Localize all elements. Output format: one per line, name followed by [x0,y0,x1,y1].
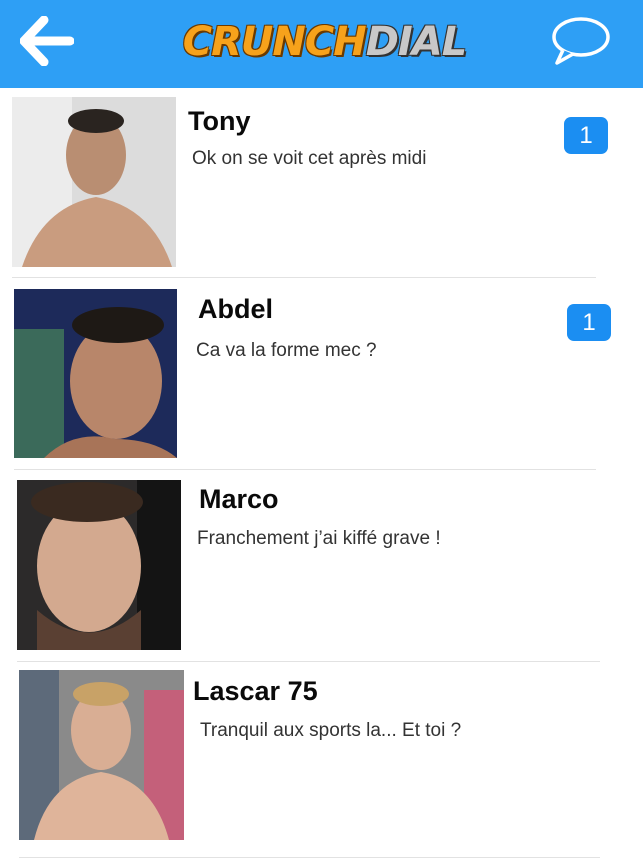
avatar [19,670,184,840]
unread-badge: 1 [567,304,611,341]
conversation-row[interactable]: Abdel Ca va la forme mec ? 1 [0,278,643,470]
avatar [12,97,176,267]
unread-badge: 1 [564,117,608,154]
conversation-row[interactable]: Marco Franchement j’ai kiffé grave ! [0,470,643,662]
contact-name: Tony [188,106,251,136]
conversation-row[interactable]: Lascar 75 Tranquil aux sports la... Et t… [0,662,643,858]
avatar [14,289,177,458]
message-preview: Ok on se voit cet après midi [192,148,427,169]
logo-text-dial: DIAL [365,19,468,65]
contact-name: Abdel [198,294,274,324]
top-navigation-bar: CRUNCH DIAL [0,0,643,88]
conversation-row[interactable]: Tony Ok on se voit cet après midi 1 [0,88,643,278]
arrow-left-icon [20,16,74,66]
logo-text-crunch: CRUNCH [182,19,367,65]
chat-button[interactable] [548,12,612,70]
message-preview: Tranquil aux sports la... Et toi ? [200,720,462,741]
message-preview: Ca va la forme mec ? [196,340,377,361]
message-preview: Franchement j’ai kiffé grave ! [197,528,441,549]
speech-bubble-icon [552,17,610,65]
avatar [17,480,181,650]
contact-name: Marco [199,484,279,514]
contact-name: Lascar 75 [193,676,318,706]
back-button[interactable] [14,10,80,72]
app-logo: CRUNCH DIAL [172,4,477,80]
